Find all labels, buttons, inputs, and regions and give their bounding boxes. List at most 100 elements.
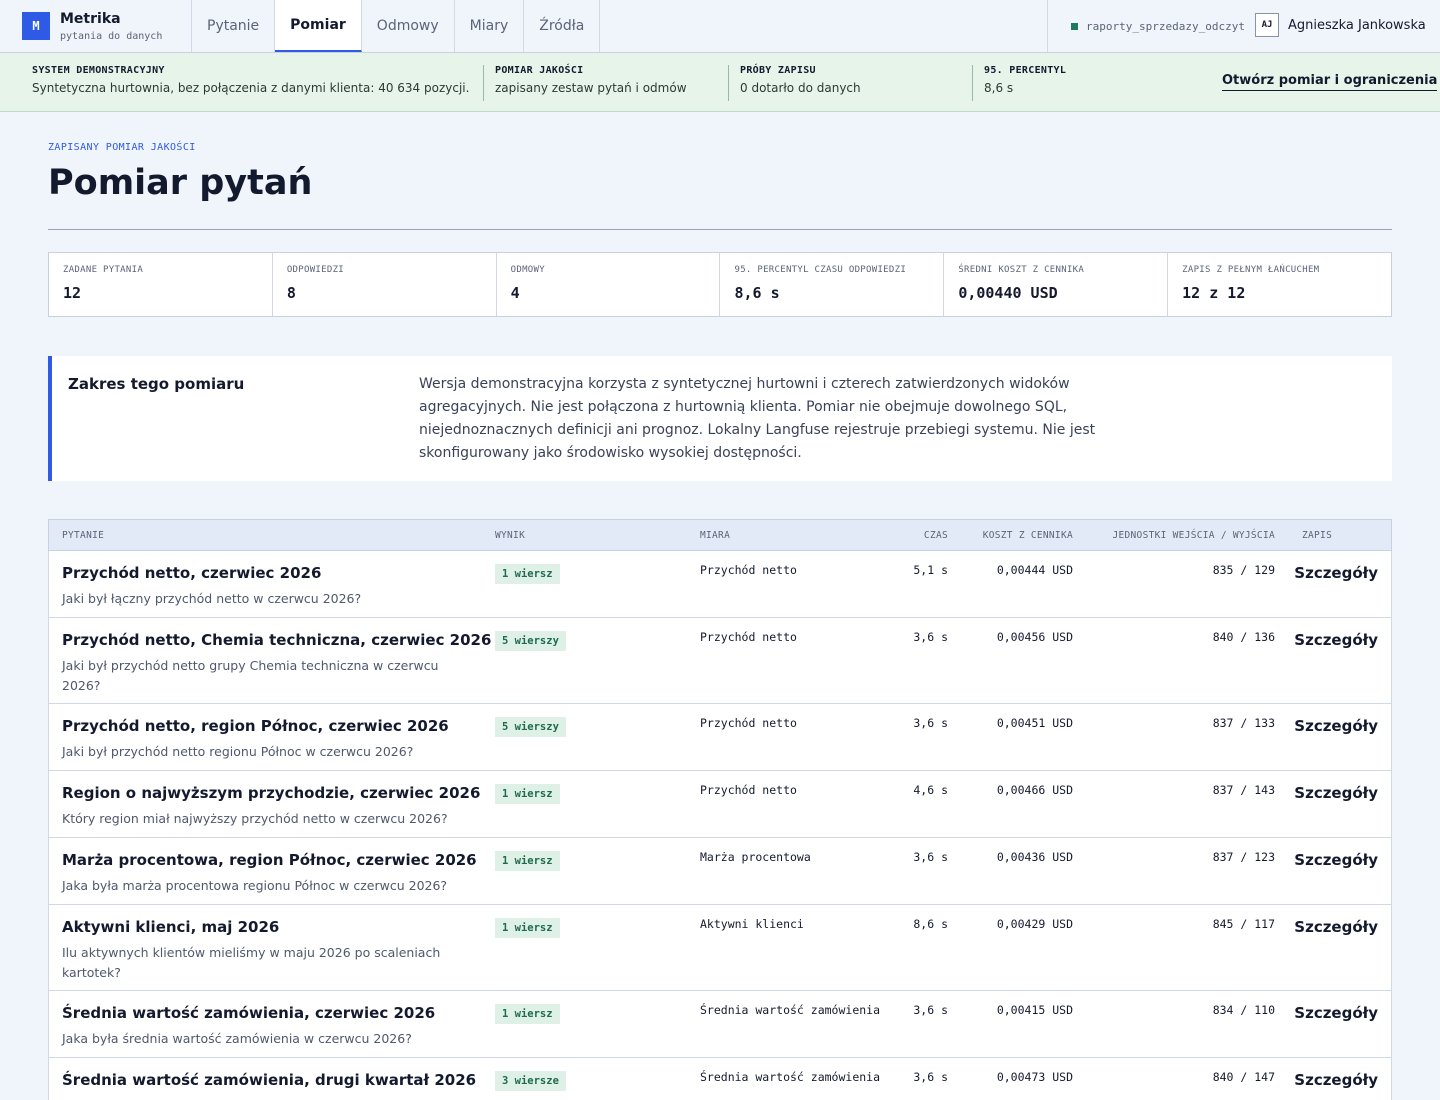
- header-tokens: JEDNOSTKI WEJŚCIA / WYJŚCIA: [1112, 530, 1275, 541]
- details-link[interactable]: Szczegóły: [1294, 1004, 1378, 1022]
- response-time: 3,6 s: [913, 716, 948, 730]
- measure-name: Przychód netto: [700, 630, 797, 644]
- connection-status-icon: [1071, 22, 1078, 30]
- stat-label: ŚREDNI KOSZT Z CENNIKA: [958, 265, 1085, 275]
- scope-text: Wersja demonstracyjna korzysta z syntety…: [419, 376, 1096, 461]
- app-tagline: pytania do danych: [60, 31, 163, 42]
- tab-3[interactable]: Miary: [455, 0, 525, 52]
- status-strip: SYSTEM DEMONSTRACYJNY Syntetyczna hurtow…: [0, 53, 1440, 112]
- measure-name: Przychód netto: [700, 563, 797, 577]
- measure-name: Przychód netto: [700, 716, 797, 730]
- user-name: Agnieszka Jankowska: [1288, 17, 1426, 33]
- table-row[interactable]: Przychód netto, czerwiec 2026 Jaki był łą…: [48, 551, 1392, 618]
- stats-panel: ZADANE PYTANIA 12 ODPOWIEDZI 8 ODMOWY 4 95. PE…: [48, 252, 1392, 317]
- question-text: Jaki był przychód netto grupy Chemia tec…: [62, 658, 439, 693]
- result-badge: 1 wiersz: [495, 918, 560, 938]
- result-badge: 3 wiersze: [495, 1071, 566, 1091]
- details-link[interactable]: Szczegóły: [1294, 918, 1378, 936]
- status-quality-label: POMIAR JAKOŚCI: [495, 65, 584, 76]
- stat-card: ODMOWY 4: [497, 253, 721, 316]
- table-row[interactable]: Średnia wartość zamówienia, drugi kwarta…: [48, 1058, 1392, 1100]
- result-badge: 1 wiersz: [495, 851, 560, 871]
- measure-name: Średnia wartość zamówienia: [700, 1070, 881, 1084]
- question-title: Przychód netto, region Północ, czerwiec …: [62, 717, 449, 735]
- details-link[interactable]: Szczegóły: [1294, 1071, 1378, 1089]
- details-link[interactable]: Szczegóły: [1294, 564, 1378, 582]
- question-text: Jaka była średnia wartość zamówienia w c…: [62, 1031, 412, 1046]
- question-title: Marża procentowa, region Północ, czerwie…: [62, 851, 477, 869]
- header-question: PYTANIE: [62, 530, 105, 541]
- header-record: ZAPIS: [1302, 530, 1333, 541]
- stat-value: 12: [63, 284, 82, 302]
- measure-name: Marża procentowa: [700, 850, 811, 864]
- scope-panel: Zakres tego pomiaru Wersja demonstracyjn…: [48, 356, 1392, 481]
- details-link[interactable]: Szczegóły: [1294, 631, 1378, 649]
- header-result: WYNIK: [495, 530, 526, 541]
- price-cost: 0,00415 USD: [996, 1003, 1073, 1017]
- status-percentile-label: 95. PERCENTYL: [984, 65, 1067, 76]
- app-name: Metrika: [60, 11, 121, 27]
- result-badge: 5 wierszy: [495, 631, 566, 651]
- status-percentile-value: 8,6 s: [984, 81, 1014, 95]
- table-row[interactable]: Aktywni klienci, maj 2026 Ilu aktywnych k…: [48, 905, 1392, 991]
- questions-table: PYTANIE WYNIK MIARA CZAS KOSZT Z CENNIKA…: [48, 519, 1392, 1100]
- brand[interactable]: M Metrika pytania do danych: [0, 0, 192, 52]
- tab-0[interactable]: Pytanie: [192, 0, 276, 52]
- question-text: Ilu aktywnych klientów mieliśmy w maju 2…: [62, 945, 441, 980]
- divider: [48, 229, 1392, 230]
- measure-name: Średnia wartość zamówienia: [700, 1003, 881, 1017]
- stat-card: ŚREDNI KOSZT Z CENNIKA 0,00440 USD: [944, 253, 1169, 316]
- question-text: Jaka była marża procentowa regionu Półno…: [62, 878, 448, 893]
- status-system: SYSTEM DEMONSTRACYJNY Syntetyczna hurtow…: [32, 65, 469, 95]
- open-measurement-link[interactable]: Otwórz pomiar i ograniczenia: [1222, 73, 1438, 91]
- status-attempts: PRÓBY ZAPISU 0 dotarło do danych: [728, 65, 861, 101]
- stat-value: 4: [510, 284, 520, 302]
- table-row[interactable]: Średnia wartość zamówienia, czerwiec 202…: [48, 991, 1392, 1058]
- status-quality-value: zapisany zestaw pytań i odmów: [495, 81, 687, 95]
- details-link[interactable]: Szczegóły: [1294, 784, 1378, 802]
- response-time: 4,6 s: [913, 783, 948, 797]
- response-time: 8,6 s: [913, 917, 948, 931]
- header-cost: KOSZT Z CENNIKA: [982, 530, 1073, 541]
- token-units: 840 / 136: [1212, 630, 1275, 644]
- token-units: 845 / 117: [1212, 917, 1275, 931]
- table-row[interactable]: Region o najwyższym przychodzie, czerwie…: [48, 771, 1392, 838]
- token-units: 837 / 133: [1212, 716, 1275, 730]
- stat-label: ODMOWY: [510, 265, 545, 275]
- status-system-label: SYSTEM DEMONSTRACYJNY: [32, 65, 165, 76]
- status-system-value: Syntetyczna hurtownia, bez połączenia z …: [32, 81, 470, 95]
- table-row[interactable]: Marża procentowa, region Północ, czerwie…: [48, 838, 1392, 905]
- tab-4[interactable]: Źródła: [524, 0, 601, 52]
- token-units: 837 / 143: [1212, 783, 1275, 797]
- question-text: Jaki był łączny przychód netto w czerwcu…: [62, 591, 362, 606]
- main-nav: Pytanie Pomiar Odmowy Miary Źródła: [192, 0, 601, 52]
- question-title: Region o najwyższym przychodzie, czerwie…: [62, 784, 481, 802]
- tab-2[interactable]: Odmowy: [362, 0, 455, 52]
- measure-name: Przychód netto: [700, 783, 797, 797]
- result-badge: 1 wiersz: [495, 1004, 560, 1024]
- question-title: Przychód netto, Chemia techniczna, czerw…: [62, 631, 492, 649]
- user-menu[interactable]: AJ Agnieszka Jankowska: [1255, 13, 1426, 37]
- page-title: Pomiar pytań: [48, 163, 313, 203]
- header-time: CZAS: [923, 530, 948, 541]
- tab-1[interactable]: Pomiar: [275, 0, 362, 52]
- price-cost: 0,00456 USD: [996, 630, 1073, 644]
- connection-indicator: raporty_sprzedazy_odczyt: [1047, 0, 1245, 52]
- top-bar: M Metrika pytania do danych Pytanie Pomia…: [0, 0, 1440, 53]
- response-time: 3,6 s: [913, 630, 948, 644]
- question-text: Jaki był przychód netto regionu Północ w…: [62, 744, 414, 759]
- details-link[interactable]: Szczegóły: [1294, 717, 1378, 735]
- question-title: Średnia wartość zamówienia, czerwiec 202…: [62, 1004, 436, 1022]
- result-badge: 1 wiersz: [495, 564, 560, 584]
- scope-title: Zakres tego pomiaru: [68, 375, 245, 393]
- token-units: 834 / 110: [1212, 1003, 1275, 1017]
- table-row[interactable]: Przychód netto, region Północ, czerwiec …: [48, 704, 1392, 771]
- details-link[interactable]: Szczegóły: [1294, 851, 1378, 869]
- price-cost: 0,00473 USD: [996, 1070, 1073, 1084]
- stat-card: ZAPIS Z PEŁNYM ŁAŃCUCHEM 12 z 12: [1168, 253, 1391, 316]
- price-cost: 0,00429 USD: [996, 917, 1073, 931]
- stat-label: ZADANE PYTANIA: [63, 265, 144, 275]
- stat-value: 8,6 s: [734, 284, 780, 302]
- token-units: 835 / 129: [1212, 563, 1275, 577]
- table-row[interactable]: Przychód netto, Chemia techniczna, czerw…: [48, 618, 1392, 704]
